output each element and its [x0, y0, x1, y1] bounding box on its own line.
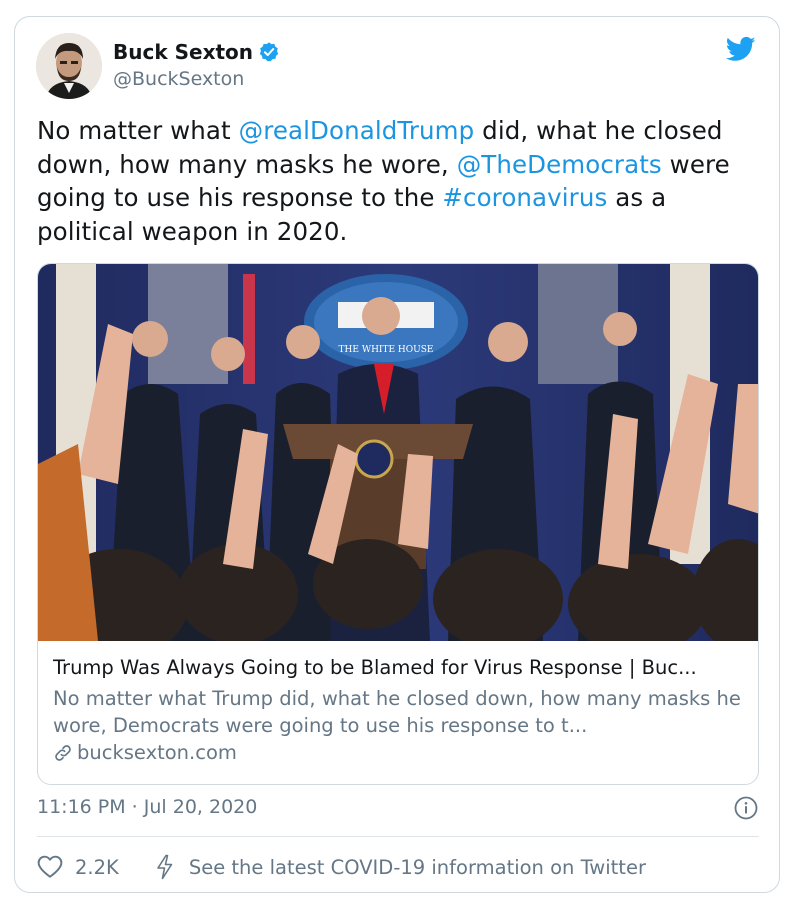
link-card-domain-text: bucksexton.com: [77, 741, 237, 764]
avatar[interactable]: [36, 33, 102, 99]
covid-info-text: See the latest COVID-19 information on T…: [188, 855, 646, 879]
heart-icon: [37, 855, 63, 878]
author-handle[interactable]: @BuckSexton: [113, 68, 244, 90]
verified-icon: [259, 42, 279, 62]
link-card-domain[interactable]: bucksexton.com: [53, 741, 237, 764]
mention-thedemocrats[interactable]: @TheDemocrats: [457, 150, 662, 179]
like-count: 2.2K: [75, 855, 119, 879]
podium-sign-text: THE WHITE HOUSE: [339, 345, 434, 355]
link-icon: [55, 744, 71, 761]
link-card[interactable]: THE WHITE HOUSE Trump Was Always Going t…: [37, 263, 759, 785]
tweet-timestamp[interactable]: 11:16 PM · Jul 20, 2020: [37, 796, 257, 818]
tweet-text-segment: No matter what: [37, 116, 239, 145]
tweet-text: No matter what @realDonaldTrump did, wha…: [37, 114, 757, 248]
like-button[interactable]: 2.2K: [37, 855, 119, 879]
covid-info-link[interactable]: See the latest COVID-19 information on T…: [155, 854, 646, 880]
hashtag-coronavirus[interactable]: #coronavirus: [442, 183, 607, 212]
lightning-icon: [157, 854, 173, 880]
link-card-title[interactable]: Trump Was Always Going to be Blamed for …: [53, 656, 743, 679]
action-bar: 2.2K See the latest COVID-19 information…: [37, 852, 646, 882]
link-card-image: THE WHITE HOUSE: [38, 264, 758, 641]
author-row: Buck Sexton: [113, 40, 280, 64]
mention-realdonaldtrump[interactable]: @realDonaldTrump: [239, 116, 475, 145]
link-card-description: No matter what Trump did, what he closed…: [53, 687, 741, 737]
divider: [37, 836, 759, 837]
twitter-bird-icon[interactable]: [724, 34, 758, 64]
info-icon[interactable]: [734, 796, 758, 820]
author-name[interactable]: Buck Sexton: [113, 40, 253, 64]
